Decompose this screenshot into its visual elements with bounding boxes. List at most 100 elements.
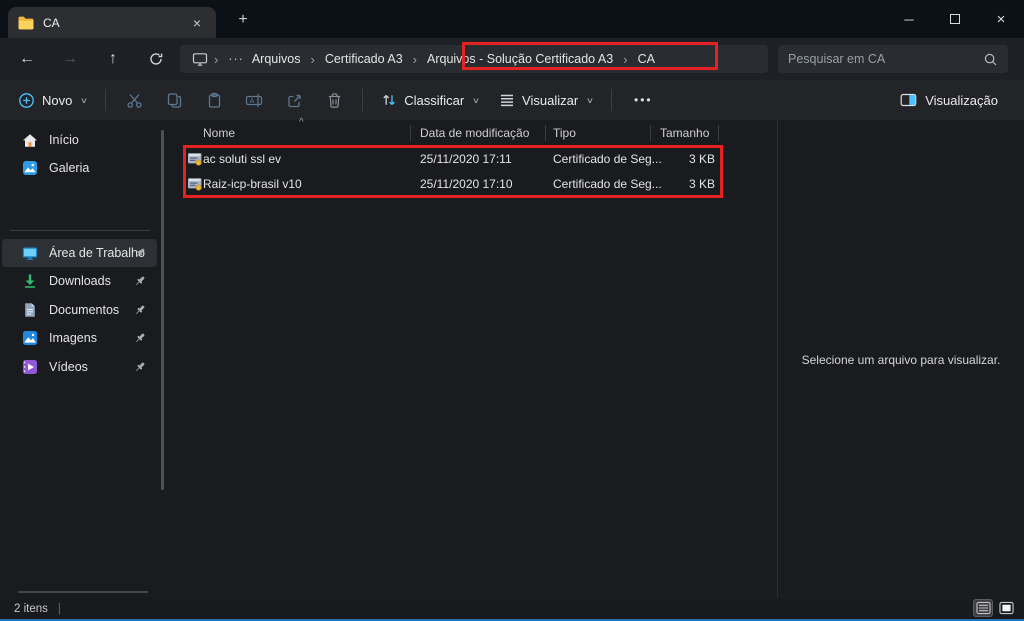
sidebar-item-imagens[interactable]: Imagens xyxy=(2,324,157,352)
home-icon xyxy=(22,133,38,148)
pin-icon xyxy=(133,360,147,374)
tab-title: CA xyxy=(43,16,60,30)
pictures-icon xyxy=(22,330,38,346)
sidebar-item-label: Vídeos xyxy=(49,360,88,374)
titlebar: CA × + ─ × xyxy=(0,0,1024,38)
toolbar-divider xyxy=(362,89,363,111)
maximize-icon xyxy=(950,14,960,24)
gallery-icon xyxy=(22,160,38,176)
sidebar-item-documentos[interactable]: Documentos xyxy=(2,296,157,324)
preview-pane-toggle-button[interactable]: Visualização xyxy=(888,86,1010,114)
circle-plus-icon xyxy=(18,92,35,109)
sort-button[interactable]: Classificar ∨ xyxy=(371,86,489,114)
desktop-blue-icon xyxy=(22,245,38,261)
toolbar-divider xyxy=(105,89,106,111)
copy-button[interactable] xyxy=(154,85,194,115)
svg-text:A: A xyxy=(250,98,255,105)
refresh-button[interactable] xyxy=(139,51,173,67)
videos-icon xyxy=(22,359,38,375)
forward-button[interactable]: → xyxy=(53,50,87,68)
view-lines-icon xyxy=(499,92,515,108)
close-button[interactable]: × xyxy=(978,0,1024,38)
back-button[interactable]: ← xyxy=(10,50,44,68)
breadcrumb-item-solucao[interactable]: Arquivos - Solução Certificado A3 xyxy=(423,52,617,66)
large-thumbnails-view-button[interactable] xyxy=(996,599,1016,617)
details-view-button[interactable] xyxy=(973,599,993,617)
tab-close-icon[interactable]: × xyxy=(188,14,206,32)
preview-pane-message: Selecione um arquivo para visualizar. xyxy=(778,353,1024,367)
column-separator[interactable] xyxy=(545,125,546,141)
sidebar-scrollbar-vertical[interactable] xyxy=(161,130,164,490)
minimize-button[interactable]: ─ xyxy=(886,0,932,38)
file-row-raiz-icp[interactable]: Raiz-icp-brasil v10 25/11/2020 17:10 Cer… xyxy=(165,172,723,197)
window-controls: ─ × xyxy=(886,0,1024,38)
file-type: Certificado de Seg... xyxy=(553,177,662,191)
file-type: Certificado de Seg... xyxy=(553,152,662,166)
share-button[interactable] xyxy=(274,85,314,115)
column-header-tamanho[interactable]: Tamanho xyxy=(660,126,709,140)
breadcrumb-item-ca[interactable]: CA xyxy=(634,52,659,66)
rename-button[interactable]: A xyxy=(234,85,274,115)
sidebar-separator xyxy=(10,230,150,231)
column-separator[interactable] xyxy=(718,125,719,141)
breadcrumb-ellipsis[interactable]: ··· xyxy=(224,52,248,66)
tab-ca[interactable]: CA × xyxy=(8,7,216,38)
column-header-row: ^ Nome Data de modificação Tipo Tamanho xyxy=(165,122,777,144)
delete-button[interactable] xyxy=(314,85,354,115)
sidebar-scrollbar-horizontal[interactable] xyxy=(18,591,148,593)
new-button-label: Novo xyxy=(42,93,72,108)
cut-button[interactable] xyxy=(114,85,154,115)
sidebar-item-label: Imagens xyxy=(49,331,97,345)
column-header-nome[interactable]: Nome xyxy=(203,126,235,140)
pin-icon xyxy=(133,246,147,260)
breadcrumb-item-arquivos[interactable]: Arquivos xyxy=(248,52,305,66)
sidebar-item-label: Documentos xyxy=(49,303,119,317)
column-separator[interactable] xyxy=(410,125,411,141)
sidebar-item-area-de-trabalho[interactable]: Área de Trabalho xyxy=(2,239,157,267)
up-button[interactable]: ↑ xyxy=(96,50,130,68)
sidebar-item-downloads[interactable]: Downloads xyxy=(2,267,157,295)
view-button[interactable]: Visualizar ∨ xyxy=(489,86,603,114)
sidebar-item-inicio[interactable]: Início xyxy=(2,126,157,154)
file-modified-date: 25/11/2020 17:11 xyxy=(420,152,512,166)
file-explorer-window: CA × + ─ × ← → ↑ › ··· Arquivos xyxy=(0,0,1024,621)
download-icon xyxy=(22,273,38,289)
file-size: 3 KB xyxy=(650,177,715,191)
search-input[interactable] xyxy=(788,52,983,66)
toolbar-divider xyxy=(611,89,612,111)
file-row-ac-soluti[interactable]: ac soluti ssl ev 25/11/2020 17:11 Certif… xyxy=(165,147,723,172)
view-button-label: Visualizar xyxy=(522,93,578,108)
maximize-button[interactable] xyxy=(932,0,978,38)
file-modified-date: 25/11/2020 17:10 xyxy=(420,177,513,191)
new-tab-button[interactable]: + xyxy=(230,8,256,32)
sort-button-label: Classificar xyxy=(404,93,464,108)
sidebar-item-galeria[interactable]: Galeria xyxy=(2,154,157,182)
breadcrumb-separator: › xyxy=(304,52,320,67)
column-header-tipo[interactable]: Tipo xyxy=(553,126,576,140)
status-separator: | xyxy=(58,603,61,615)
sidebar-item-videos[interactable]: Vídeos xyxy=(2,353,157,381)
pin-icon xyxy=(133,331,147,345)
preview-toggle-label: Visualização xyxy=(925,93,998,108)
preview-pane: Selecione um arquivo para visualizar. xyxy=(777,120,1024,598)
more-options-button[interactable]: ••• xyxy=(620,87,667,113)
search-box[interactable] xyxy=(778,45,1008,73)
column-separator[interactable] xyxy=(650,125,651,141)
new-button[interactable]: Novo ∨ xyxy=(8,86,97,115)
file-list: ^ Nome Data de modificação Tipo Tamanho xyxy=(165,120,777,598)
split-pane-icon xyxy=(900,92,917,108)
sidebar: Início Galeria xyxy=(0,120,165,598)
view-toggles xyxy=(973,599,1016,617)
paste-button[interactable] xyxy=(194,85,234,115)
file-name: Raiz-icp-brasil v10 xyxy=(203,177,302,191)
sidebar-item-label: Área de Trabalho xyxy=(49,246,145,260)
breadcrumb-item-certificado-a3[interactable]: Certificado A3 xyxy=(321,52,407,66)
chevron-down-icon: ∨ xyxy=(472,96,480,105)
column-header-data[interactable]: Data de modificação xyxy=(420,126,529,140)
breadcrumb-separator: › xyxy=(208,52,224,67)
sidebar-item-label: Início xyxy=(49,133,79,147)
breadcrumb-separator: › xyxy=(407,52,423,67)
pin-icon xyxy=(133,274,147,288)
sidebar-item-label: Downloads xyxy=(49,274,111,288)
breadcrumb-separator: › xyxy=(617,52,633,67)
